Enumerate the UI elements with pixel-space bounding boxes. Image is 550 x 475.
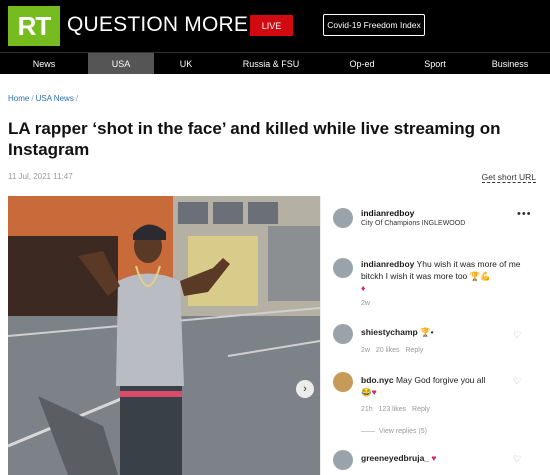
- heart-icon[interactable]: ♡: [513, 454, 521, 465]
- comment-time: 21h: [361, 406, 373, 413]
- breadcrumb-separator: /: [31, 94, 34, 103]
- instagram-comments-panel: indianredboy City Of Champions INGLEWOOD…: [320, 196, 542, 475]
- arm-emoji-icon: 💪: [480, 271, 491, 281]
- nav-item-op-ed[interactable]: Op-ed: [324, 53, 400, 74]
- comment-meta: 2w 20 likes Reply: [361, 347, 423, 354]
- reply-button[interactable]: Reply: [405, 347, 423, 354]
- comment-username[interactable]: shiestychamp: [361, 327, 418, 337]
- view-replies-label[interactable]: View replies (5): [379, 428, 427, 435]
- breadcrumb: Home / USA News /: [8, 94, 80, 103]
- comment-item: greeneyedbruja_ ♥: [361, 452, 436, 464]
- main-nav: News USA UK Russia & FSU Op-ed Sport Bus…: [0, 52, 550, 74]
- next-image-button[interactable]: ›: [296, 380, 314, 398]
- comment-text: May God forgive you all: [395, 375, 486, 385]
- view-replies-link[interactable]: —— View replies (5): [361, 428, 427, 435]
- heart-emoji-icon: ♥: [431, 453, 437, 463]
- breadcrumb-section[interactable]: USA News: [36, 94, 74, 103]
- divider-line: ——: [361, 428, 375, 435]
- comment-username[interactable]: bdo.nyc: [361, 375, 394, 385]
- covid-index-button[interactable]: Covid-19 Freedom Index: [323, 14, 425, 36]
- avatar[interactable]: [333, 324, 353, 344]
- comment-likes[interactable]: 123 likes: [379, 406, 407, 413]
- comment-time: 2w: [361, 300, 370, 307]
- drop-emoji-icon: ♦: [361, 283, 366, 293]
- more-options-icon[interactable]: •••: [517, 208, 532, 220]
- avatar[interactable]: [333, 208, 353, 228]
- avatar[interactable]: [333, 372, 353, 392]
- nav-item-sport[interactable]: Sport: [400, 53, 470, 74]
- article-date: 11 Jul, 2021 11:47: [8, 172, 73, 181]
- comment-item: bdo.nyc May God forgive you all: [361, 374, 521, 386]
- post-photo: ›: [8, 196, 320, 475]
- nav-item-uk[interactable]: UK: [154, 53, 218, 74]
- comment-username[interactable]: indianredboy: [361, 259, 414, 269]
- rt-logo[interactable]: RT: [8, 6, 60, 46]
- comment-emojis: 😂♥: [361, 386, 377, 398]
- short-url-link[interactable]: Get short URL: [481, 172, 536, 183]
- trophy-emoji-icon: 🏆: [420, 327, 431, 337]
- post-username[interactable]: indianredboy: [361, 208, 414, 218]
- site-header: RT QUESTION MORE LIVE Covid-19 Freedom I…: [0, 0, 550, 52]
- laughing-emoji-icon: 😂: [361, 387, 372, 397]
- nav-item-business[interactable]: Business: [470, 53, 550, 74]
- live-button[interactable]: LIVE: [250, 15, 293, 36]
- article-title: LA rapper ‘shot in the face’ and killed …: [8, 119, 501, 159]
- comment-item: shiestychamp 🏆•: [361, 326, 434, 338]
- comment-likes[interactable]: 20 likes: [376, 347, 400, 354]
- nav-item-russia-fsu[interactable]: Russia & FSU: [218, 53, 324, 74]
- nav-item-usa[interactable]: USA: [88, 53, 154, 74]
- brand-slogan: QUESTION MORE: [67, 13, 249, 36]
- heart-emoji-icon: ♥: [371, 387, 377, 397]
- avatar[interactable]: [333, 450, 353, 470]
- heart-icon[interactable]: ♡: [513, 330, 521, 341]
- reply-button[interactable]: Reply: [412, 406, 430, 413]
- comment-item: indianredboy Yhu wish it was more of me …: [361, 258, 537, 282]
- comment-time: 2w: [361, 347, 370, 354]
- comment-username[interactable]: greeneyedbruja_: [361, 453, 429, 463]
- trophy-emoji-icon: 🏆: [469, 271, 481, 281]
- heart-icon[interactable]: ♡: [513, 376, 521, 387]
- breadcrumb-separator: /: [75, 94, 79, 103]
- post-location[interactable]: City Of Champions INGLEWOOD: [361, 220, 465, 227]
- comment-meta: 21h 123 likes Reply: [361, 406, 430, 413]
- avatar[interactable]: [333, 258, 353, 278]
- dot-emoji-icon: •: [430, 327, 434, 337]
- nav-item-news[interactable]: News: [0, 53, 88, 74]
- breadcrumb-home[interactable]: Home: [8, 94, 29, 103]
- photo-illustration: [8, 196, 320, 475]
